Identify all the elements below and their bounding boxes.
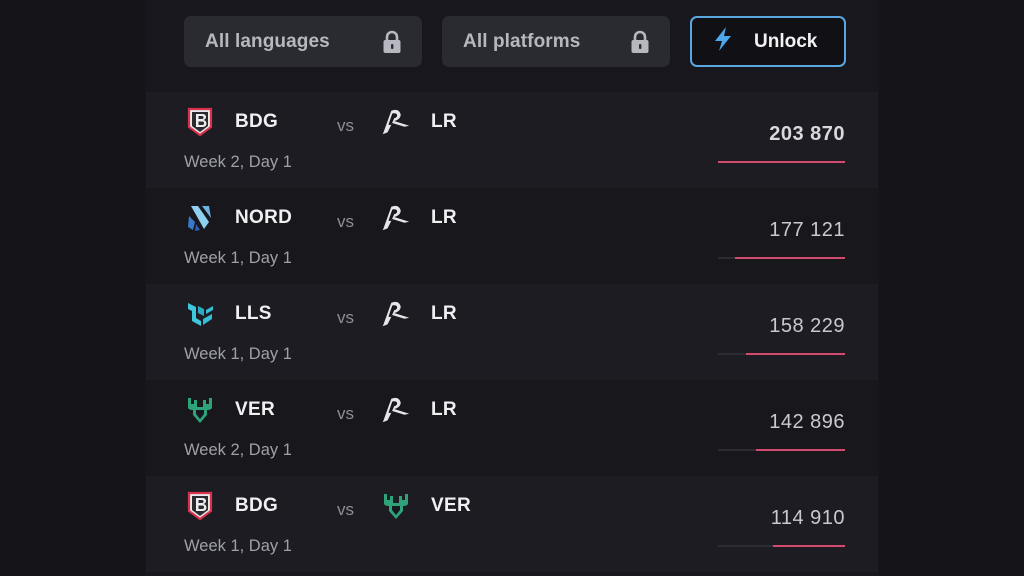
match-schedule: Week 1, Day 1 [184, 537, 292, 555]
viewer-count: 114 910 [770, 507, 845, 529]
away-team-name: LR [431, 303, 457, 324]
ver-logo-icon [380, 490, 412, 522]
home-team: BDG [184, 490, 278, 522]
vs-label: vs [337, 500, 354, 519]
bdg-logo-icon [184, 490, 216, 522]
match-schedule: Week 2, Day 1 [184, 441, 292, 459]
viewer-bar-track [718, 257, 845, 259]
match-schedule: Week 1, Day 1 [184, 249, 292, 267]
vs-label: vs [337, 116, 354, 135]
match-row[interactable]: BDG vs VER Week 1, Day 1 114 910 [146, 476, 878, 572]
lr-logo-icon [380, 106, 412, 138]
match-schedule: Week 1, Day 1 [184, 345, 292, 363]
lr-logo-icon [380, 394, 412, 426]
vs-label: vs [337, 212, 354, 231]
platform-filter-label: All platforms [463, 30, 581, 52]
vs-label: vs [337, 404, 354, 423]
ver-logo-icon [184, 394, 216, 426]
bdg-logo-icon [184, 106, 216, 138]
viewer-bar-track [718, 353, 845, 355]
match-schedule: Week 2, Day 1 [184, 153, 292, 171]
away-team: LR [380, 394, 457, 426]
away-team: LR [380, 106, 457, 138]
home-team-name: BDG [235, 111, 279, 132]
home-team: LLS [184, 298, 272, 330]
language-filter[interactable]: All languages [184, 16, 422, 67]
home-team: VER [184, 394, 275, 426]
lr-logo-icon [380, 202, 412, 234]
match-row[interactable]: NORD vs LR Week 1, Day 1 177 121 [146, 188, 878, 284]
home-team-name: VER [235, 399, 275, 420]
unlock-button[interactable]: Unlock [690, 16, 846, 67]
viewer-count: 203 870 [769, 123, 845, 145]
viewer-bar-fill [746, 353, 845, 355]
filter-bar: All languages All platforms Unlock [184, 16, 846, 68]
viewer-count: 158 229 [769, 315, 845, 337]
matches-panel: All languages All platforms Unlock BDG v… [146, 0, 878, 576]
viewer-bar-fill [734, 257, 845, 259]
home-team-name: BDG [235, 495, 279, 516]
viewer-bar-fill [718, 161, 845, 163]
match-row[interactable]: LLS vs LR Week 1, Day 1 158 229 [146, 284, 878, 380]
lr-logo-icon [380, 298, 412, 330]
viewer-bar-track [718, 161, 845, 163]
away-team: LR [380, 298, 457, 330]
viewer-bar-track [718, 449, 845, 451]
viewer-count: 142 896 [769, 411, 845, 433]
lock-icon [382, 30, 402, 54]
viewer-count: 177 121 [769, 219, 845, 241]
lightning-bolt-icon [712, 26, 734, 58]
language-filter-label: All languages [205, 30, 330, 52]
home-team: BDG [184, 106, 278, 138]
away-team-name: LR [431, 207, 457, 228]
away-team: LR [380, 202, 457, 234]
match-list: BDG vs LR Week 2, Day 1 203 870 NORD vs … [146, 92, 878, 572]
vs-label: vs [337, 308, 354, 327]
home-team-name: LLS [235, 303, 272, 324]
viewer-bar-fill [773, 545, 845, 547]
away-team-name: LR [431, 399, 457, 420]
away-team-name: LR [431, 111, 457, 132]
away-team-name: VER [431, 495, 471, 516]
home-team-name: NORD [235, 207, 293, 228]
viewer-bar-fill [755, 449, 845, 451]
match-row[interactable]: BDG vs LR Week 2, Day 1 203 870 [146, 92, 878, 188]
platform-filter[interactable]: All platforms [442, 16, 670, 67]
nord-logo-icon [184, 202, 216, 234]
unlock-label: Unlock [754, 30, 818, 52]
home-team: NORD [184, 202, 292, 234]
lock-icon [630, 30, 650, 54]
viewer-bar-track [718, 545, 845, 547]
match-row[interactable]: VER vs LR Week 2, Day 1 142 896 [146, 380, 878, 476]
lls-logo-icon [184, 298, 216, 330]
away-team: VER [380, 490, 471, 522]
